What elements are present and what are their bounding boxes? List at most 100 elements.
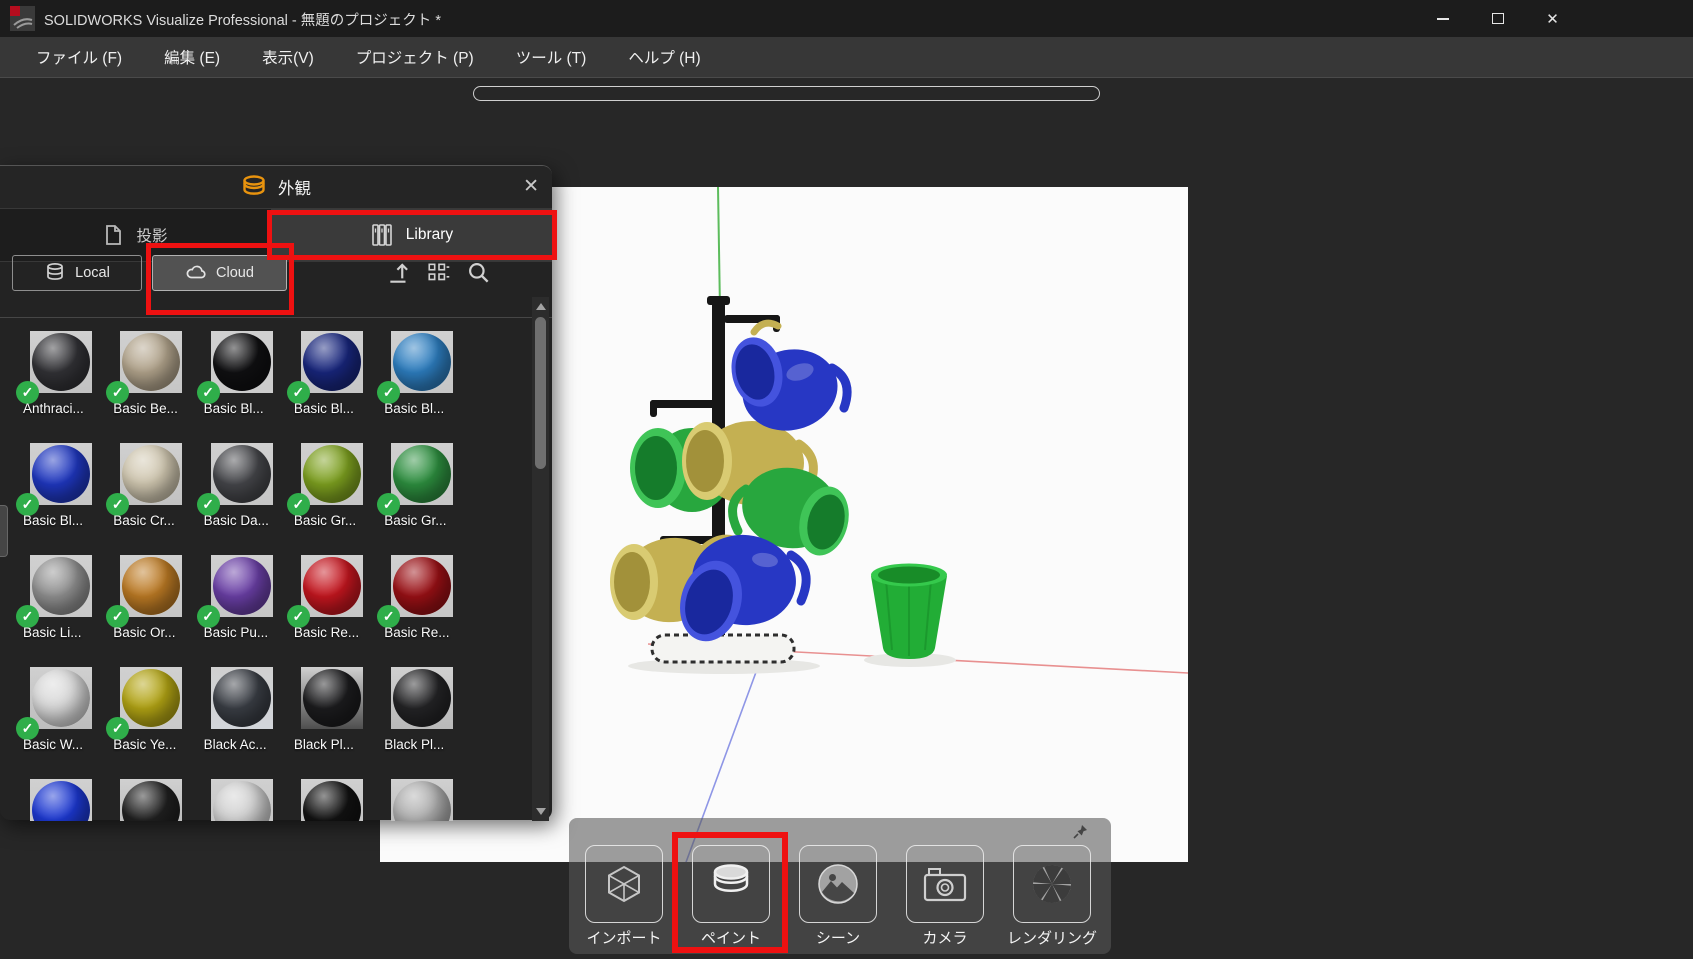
material-item[interactable]: ✓Basic Or... [120,555,182,655]
material-item[interactable]: ✓Basic Ye... [120,667,182,767]
paint-bucket-icon [241,174,267,200]
menu-help[interactable]: ヘルプ (H) [607,37,721,77]
material-label: Basic Bl... [294,401,396,416]
material-sphere [122,781,180,821]
material-sphere [303,669,361,727]
material-thumbnail [391,443,453,505]
material-item[interactable]: ✓Basic Gr... [301,443,363,543]
material-item[interactable]: ✓Basic W... [30,667,92,767]
material-label: Basic W... [23,737,125,752]
material-label: Basic Re... [294,625,396,640]
material-item[interactable]: ✓Basic Pu... [211,555,273,655]
pin-icon[interactable] [1071,823,1089,841]
material-sphere [32,781,90,821]
close-icon: ✕ [1546,10,1559,28]
axis-y-line [718,187,720,310]
render-button[interactable] [1013,845,1091,923]
material-item[interactable]: ✓Black Pl... [301,667,363,767]
grid-view-icon[interactable] [426,260,452,286]
material-label: Black Ac... [204,737,306,752]
material-item[interactable]: ✓Basic Bl... [211,331,273,431]
material-item[interactable]: ✓Basic Be... [120,331,182,431]
scrollbar[interactable] [532,297,549,821]
panel-tabs: 投影 Library [0,208,552,262]
upload-icon[interactable] [386,260,412,286]
scene-label: シーン [793,927,883,948]
material-label: Anthraci... [23,401,125,416]
menu-bar: ファイル (F) 編集 (E) 表示(V) プロジェクト (P) ツール (T)… [0,37,1693,78]
app-window: SOLIDWORKS Visualize Professional - 無題のプ… [0,0,1693,959]
paint-button[interactable] [692,845,770,923]
document-icon [102,224,124,246]
menu-project[interactable]: プロジェクト (P) [335,37,495,77]
tab-library[interactable]: Library [271,209,552,261]
scrollbar-thumb[interactable] [535,317,546,469]
material-item[interactable]: ✓Basic Li... [30,555,92,655]
material-item[interactable]: ✓ [30,779,92,821]
material-label: Basic Cr... [113,513,215,528]
camera-button[interactable] [906,845,984,923]
tab-projection[interactable]: 投影 [0,209,270,261]
minimize-button[interactable] [1420,0,1465,37]
material-item[interactable]: ✓Basic Da... [211,443,273,543]
app-logo-icon [10,6,35,31]
material-sphere [122,333,180,391]
cloud-button[interactable]: Cloud [152,255,287,291]
material-sphere [122,557,180,615]
library-books-icon [370,223,394,247]
scroll-down-icon[interactable] [536,808,546,815]
material-item[interactable]: ✓ [211,779,273,821]
material-item[interactable]: ✓Basic Bl... [30,443,92,543]
material-thumbnail [301,779,363,821]
material-thumbnail [211,443,273,505]
panel-close-icon[interactable]: ✕ [523,175,539,198]
material-label: Basic Pu... [204,625,306,640]
import-button[interactable] [585,845,663,923]
maximize-button[interactable] [1475,0,1520,37]
material-item[interactable]: ✓ [301,779,363,821]
menu-tools[interactable]: ツール (T) [495,37,608,77]
tab-projection-label: 投影 [136,224,167,246]
menu-file[interactable]: ファイル (F) [15,37,143,77]
material-label: Basic Ye... [113,737,215,752]
close-button[interactable]: ✕ [1530,0,1575,37]
material-thumbnail [120,443,182,505]
material-thumbnail [30,779,92,821]
material-item[interactable]: ✓ [391,779,453,821]
material-thumbnail [211,555,273,617]
panel-side-handle[interactable] [0,505,8,557]
material-thumbnail [211,667,273,729]
material-thumbnail [391,331,453,393]
paint-label: ペイント [686,927,776,948]
material-sphere [122,445,180,503]
camera-icon [922,863,968,905]
material-item[interactable]: ✓Basic Re... [391,555,453,655]
material-thumbnail [30,555,92,617]
image-icon [816,862,860,906]
menu-edit[interactable]: 編集 (E) [143,37,241,77]
material-thumbnail [120,555,182,617]
material-item[interactable]: ✓Black Ac... [211,667,273,767]
material-item[interactable]: ✓Basic Gr... [391,443,453,543]
cloud-button-label: Cloud [216,265,254,281]
material-item[interactable]: ✓Basic Cr... [120,443,182,543]
material-label: Basic Gr... [384,513,486,528]
material-sphere [303,781,361,821]
material-item[interactable]: ✓Basic Bl... [301,331,363,431]
menu-view[interactable]: 表示(V) [241,37,335,77]
scene-button[interactable] [799,845,877,923]
local-button[interactable]: Local [12,255,142,291]
material-item[interactable]: ✓Anthraci... [30,331,92,431]
camera-label: カメラ [900,927,990,948]
material-item[interactable]: ✓Basic Bl... [391,331,453,431]
material-sphere [213,333,271,391]
search-icon[interactable] [466,260,492,286]
material-item[interactable]: ✓ [120,779,182,821]
material-sphere [213,557,271,615]
material-item[interactable]: ✓Black Pl... [391,667,453,767]
material-sphere [393,445,451,503]
material-label: Basic Gr... [294,513,396,528]
scroll-up-icon[interactable] [536,303,546,310]
material-item[interactable]: ✓Basic Re... [301,555,363,655]
material-thumbnail [301,443,363,505]
